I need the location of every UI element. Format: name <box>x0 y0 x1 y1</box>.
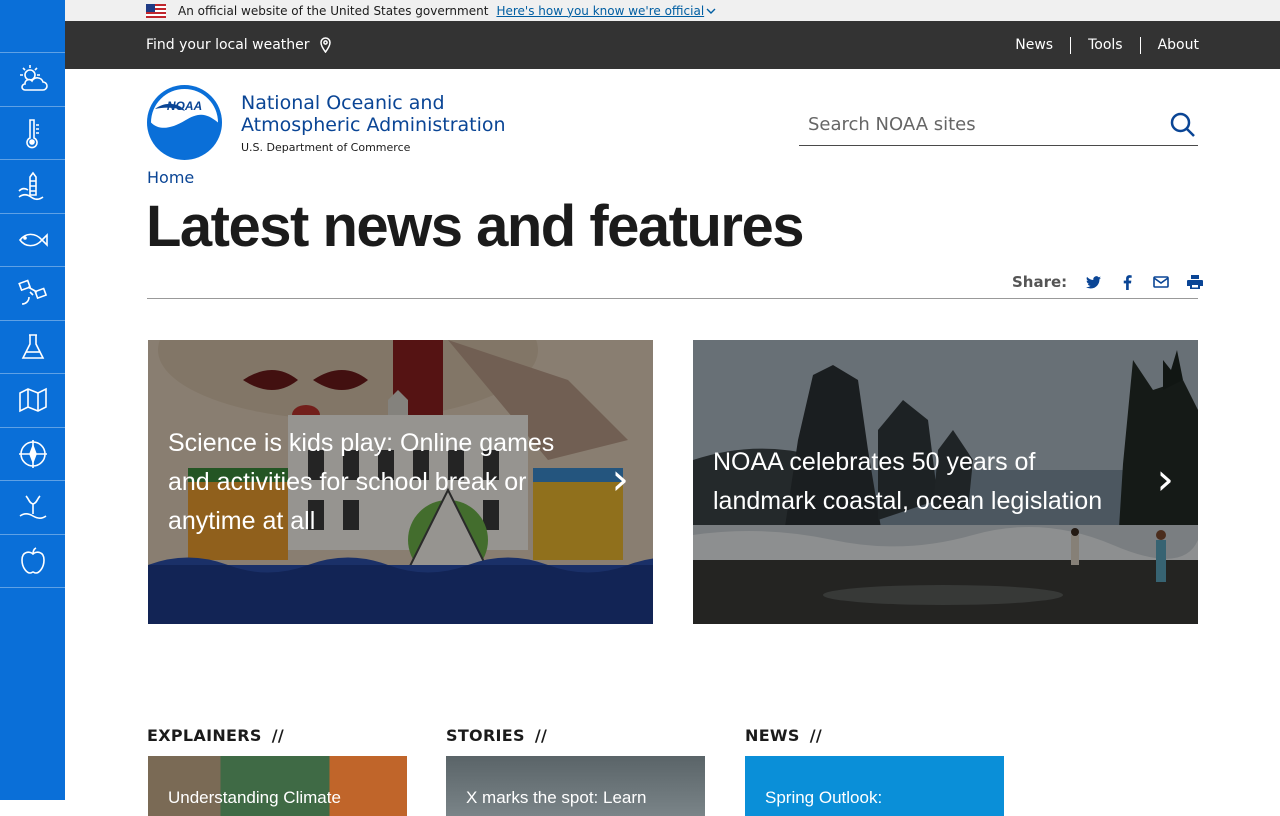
charting-icon <box>18 387 47 413</box>
rail-climate[interactable] <box>0 107 65 160</box>
search-icon[interactable] <box>1170 112 1196 138</box>
official-link[interactable]: Here's how you know we're official <box>496 4 716 18</box>
education-icon <box>20 547 45 574</box>
teaser-news[interactable]: Spring Outlook: <box>745 756 1004 816</box>
section-slash: // <box>809 726 822 745</box>
section-slash: // <box>534 726 548 745</box>
utility-bar: Find your local weather News Tools About <box>65 21 1280 69</box>
gov-banner: An official website of the United States… <box>65 0 1280 21</box>
rail-ocean[interactable] <box>0 481 65 535</box>
nav-news[interactable]: News <box>998 37 1070 54</box>
rail-education[interactable] <box>0 535 65 588</box>
nav-about[interactable]: About <box>1139 36 1199 54</box>
rail-fisheries[interactable] <box>0 214 65 267</box>
twitter-icon[interactable] <box>1085 274 1101 290</box>
org-name-line2[interactable]: Atmospheric Administration <box>241 114 506 136</box>
chevron-right-icon: › <box>611 454 629 505</box>
rail-compass[interactable] <box>0 428 65 481</box>
rail-spacer <box>0 0 65 53</box>
teaser-story[interactable]: X marks the spot: Learn <box>446 756 705 816</box>
compass-icon <box>18 439 47 468</box>
satellite-icon <box>17 279 47 306</box>
breadcrumb-home[interactable]: Home <box>147 168 194 187</box>
section-label: EXPLAINERS <box>147 726 262 745</box>
fisheries-icon <box>18 232 48 247</box>
chevron-right-icon: › <box>1156 454 1174 505</box>
weather-icon <box>19 65 48 92</box>
department-label: U.S. Department of Commerce <box>241 141 411 154</box>
print-icon[interactable] <box>1187 274 1204 290</box>
utility-nav: News Tools About <box>998 36 1199 54</box>
title-divider <box>147 298 1198 299</box>
section-label: NEWS <box>745 726 800 745</box>
facebook-icon[interactable] <box>1119 274 1135 290</box>
email-icon[interactable] <box>1153 274 1169 290</box>
local-weather-label: Find your local weather <box>146 37 310 53</box>
local-weather-link[interactable]: Find your local weather <box>146 37 331 53</box>
page-title: Latest news and features <box>146 194 805 259</box>
research-icon <box>21 333 44 359</box>
gov-banner-text: An official website of the United States… <box>178 3 489 18</box>
section-label: STORIES <box>446 726 525 745</box>
noaa-logo[interactable]: NOAA <box>147 85 222 160</box>
feature-title-kids-games: Science is kids play: Online games and a… <box>168 429 555 535</box>
teaser-title: Understanding Climate <box>168 788 341 807</box>
logo-text: NOAA <box>167 99 202 113</box>
us-flag-icon <box>146 3 166 18</box>
nav-tools[interactable]: Tools <box>1070 36 1140 54</box>
official-link-label: Here's how you know we're official <box>496 3 705 18</box>
feature-title-50-years: NOAA celebrates 50 years of landmark coa… <box>713 448 1103 515</box>
feature-card-kids-games[interactable]: Science is kids play: Online games and a… <box>148 340 653 624</box>
search-box <box>799 104 1198 146</box>
section-heading-explainers[interactable]: EXPLAINERS // <box>147 726 284 745</box>
rail-charting[interactable] <box>0 374 65 428</box>
feature-card-50-years[interactable]: NOAA celebrates 50 years of landmark coa… <box>693 340 1198 624</box>
rail-weather[interactable] <box>0 53 65 107</box>
map-pin-icon <box>319 37 331 53</box>
share-bar: Share: <box>1012 273 1204 291</box>
section-heading-news[interactable]: NEWS // <box>745 726 822 745</box>
section-heading-stories[interactable]: STORIES // <box>446 726 547 745</box>
coast-icon <box>17 171 43 201</box>
teaser-title: X marks the spot: Learn <box>466 788 647 807</box>
chevron-down-icon <box>706 7 716 18</box>
left-rail <box>0 0 65 800</box>
ocean-icon <box>19 495 46 520</box>
rail-satellite[interactable] <box>0 267 65 321</box>
rail-coast[interactable] <box>0 160 65 214</box>
climate-icon <box>25 118 39 149</box>
teaser-title: Spring Outlook: <box>765 788 883 807</box>
share-label: Share: <box>1012 273 1068 291</box>
teaser-explainer[interactable]: Understanding Climate <box>148 756 407 816</box>
org-name-line1[interactable]: National Oceanic and <box>241 92 506 114</box>
rail-research[interactable] <box>0 321 65 374</box>
search-input[interactable] <box>799 114 1159 135</box>
org-block: National Oceanic and Atmospheric Adminis… <box>241 92 506 154</box>
section-slash: // <box>271 726 284 745</box>
